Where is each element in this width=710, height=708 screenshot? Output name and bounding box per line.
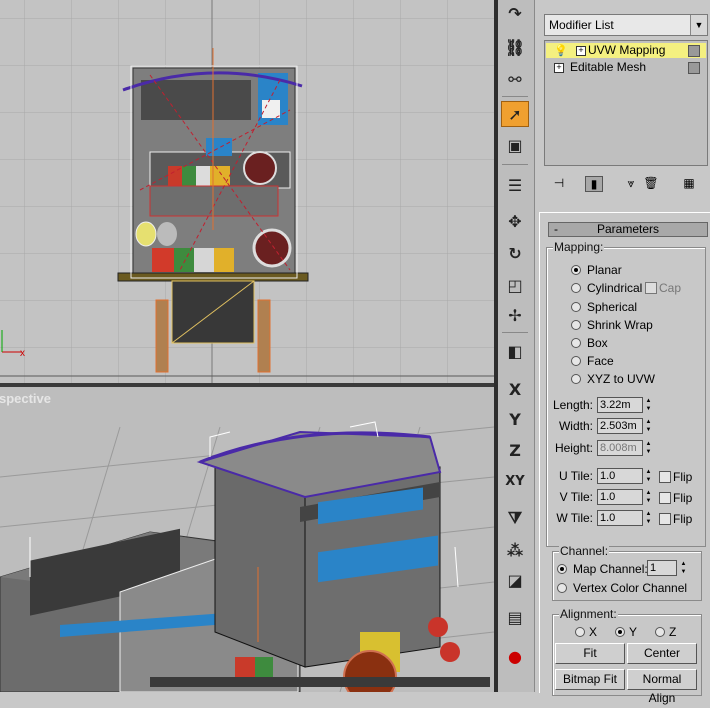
x-axis-button[interactable]: X xyxy=(501,376,529,402)
align-x-radio[interactable]: X xyxy=(575,625,597,639)
render-icon[interactable]: ● xyxy=(501,643,529,669)
w-tile-input[interactable]: 1.0 xyxy=(597,510,643,526)
v-tile-input[interactable]: 1.0 xyxy=(597,489,643,505)
link-icon[interactable]: ⛓ xyxy=(501,34,529,60)
w-flip-checkbox[interactable]: Flip xyxy=(659,512,692,526)
width-label: Width: xyxy=(558,419,593,433)
align-icon[interactable]: ◪ xyxy=(501,567,529,593)
height-input[interactable]: 8.008m xyxy=(597,440,643,456)
make-unique-icon[interactable]: ⩔ xyxy=(622,176,640,192)
align-z-radio[interactable]: Z xyxy=(655,625,676,639)
length-input[interactable]: 3.22m xyxy=(597,397,643,413)
select-icon[interactable]: ➚ xyxy=(501,101,529,127)
w-tile-label: W Tile: xyxy=(556,511,593,525)
front-viewport[interactable]: x xyxy=(0,0,494,383)
mapping-shrink-wrap[interactable]: Shrink Wrap xyxy=(571,318,653,332)
z-axis-button[interactable]: Z xyxy=(501,437,529,463)
length-spinner-icon[interactable]: ▲ ▼ xyxy=(644,397,653,413)
command-panel: Modifier List ▼ 💡 + UVW Mapping + Editab… xyxy=(535,0,710,705)
y-axis-button[interactable]: Y xyxy=(501,406,529,432)
mapping-face[interactable]: Face xyxy=(571,354,614,368)
array-icon[interactable]: ⁂ xyxy=(501,537,529,563)
mapping-cylindrical[interactable]: Cylindrical xyxy=(571,281,642,295)
mapping-group: Mapping: Planar Cylindrical Cap Spherica… xyxy=(546,240,706,547)
move-icon[interactable]: ✥ xyxy=(501,208,529,234)
perspective-viewport-canvas xyxy=(0,421,494,692)
mapping-box[interactable]: Box xyxy=(571,336,608,350)
configure-sets-icon[interactable]: ▦ xyxy=(680,176,698,192)
collapse-icon[interactable]: - xyxy=(554,223,558,236)
lightbulb-icon[interactable]: 💡 xyxy=(554,44,568,59)
rotate-icon[interactable]: ↻ xyxy=(501,240,529,266)
mirror-axis-icon[interactable]: ⧩ xyxy=(501,505,529,531)
viewport-label[interactable]: Perspective xyxy=(0,391,51,406)
mapping-planar[interactable]: Planar xyxy=(571,263,622,277)
u-tile-label: U Tile: xyxy=(558,469,593,483)
select-by-name-icon[interactable]: ☰ xyxy=(501,172,529,198)
map-channel-spinner-icon[interactable]: ▲ ▼ xyxy=(679,560,688,576)
u-tile-input[interactable]: 1.0 xyxy=(597,468,643,484)
stack-tools: ⊣ ▮ ⩔ 🗑 ▦ xyxy=(544,172,708,196)
stack-item-label: UVW Mapping xyxy=(588,43,666,57)
expand-icon[interactable]: + xyxy=(554,63,564,73)
u-flip-checkbox[interactable]: Flip xyxy=(659,470,692,484)
cap-checkbox[interactable]: Cap xyxy=(645,281,681,295)
mapping-xyz-to-uvw[interactable]: XYZ to UVW xyxy=(571,372,655,386)
stack-toggle[interactable] xyxy=(688,45,700,57)
mapping-title: Mapping: xyxy=(553,240,605,254)
align-y-radio[interactable]: Y xyxy=(615,625,637,639)
scale-icon[interactable]: ◰ xyxy=(501,272,529,298)
length-label: Length: xyxy=(552,398,593,412)
stack-item-label: Editable Mesh xyxy=(570,60,647,74)
remove-modifier-icon[interactable]: 🗑 xyxy=(642,176,660,192)
mirror-icon[interactable]: ◧ xyxy=(501,338,529,364)
stack-item-editable-mesh[interactable]: + Editable Mesh xyxy=(546,60,706,75)
parameters-title: Parameters xyxy=(596,222,660,236)
redo-icon[interactable]: ↷ xyxy=(501,0,529,26)
channel-group: Channel: Map Channel: 1 ▲ ▼ Vertex Color … xyxy=(552,544,702,601)
svg-text:x: x xyxy=(20,348,25,359)
width-input[interactable]: 2.503m xyxy=(597,418,643,434)
v-tile-label: V Tile: xyxy=(559,490,593,504)
snap-icon[interactable]: ✢ xyxy=(501,302,529,328)
expand-icon[interactable]: + xyxy=(576,46,586,56)
normal-align-button[interactable]: Normal Align xyxy=(627,669,697,705)
modifier-list-dropdown[interactable]: Modifier List ▼ xyxy=(544,14,708,36)
map-channel-input[interactable]: 1 xyxy=(647,560,677,576)
modifier-stack[interactable]: 💡 + UVW Mapping + Editable Mesh xyxy=(544,40,708,166)
v-flip-checkbox[interactable]: Flip xyxy=(659,491,692,505)
u-tile-spinner-icon[interactable]: ▲ ▼ xyxy=(644,468,653,484)
bitmap-fit-button[interactable]: Bitmap Fit xyxy=(555,669,625,690)
stack-toggle[interactable] xyxy=(688,62,700,74)
xy-axis-button[interactable]: XY xyxy=(501,468,529,494)
modifier-list-label: Modifier List xyxy=(549,18,614,32)
layer-icon[interactable]: ▤ xyxy=(501,604,529,630)
width-spinner-icon[interactable]: ▲ ▼ xyxy=(644,418,653,434)
stack-item-uvw-mapping[interactable]: 💡 + UVW Mapping xyxy=(546,43,706,58)
alignment-group: Alignment: X Y Z Fit Center Bitmap Fit N… xyxy=(552,607,702,705)
height-spinner-icon[interactable]: ▲ ▼ xyxy=(644,440,653,456)
mapping-spherical[interactable]: Spherical xyxy=(571,300,637,314)
parameters-rollout: - Parameters Mapping: Planar Cylindrical… xyxy=(539,212,710,705)
map-channel-radio[interactable]: Map Channel: xyxy=(557,562,648,576)
chevron-down-icon[interactable]: ▼ xyxy=(690,15,707,35)
w-tile-spinner-icon[interactable]: ▲ ▼ xyxy=(644,510,653,526)
pin-stack-icon[interactable]: ⊣ xyxy=(550,176,568,192)
main-toolbar: ↷ ⛓ ⚯ ➚ ▣ ☰ ✥ ↻ ◰ ✢ ◧ X Y Z XY ⧩ ⁂ ◪ ▤ ● xyxy=(498,0,535,692)
center-button[interactable]: Center xyxy=(627,643,697,664)
front-viewport-canvas: x xyxy=(0,0,494,383)
alignment-title: Alignment: xyxy=(559,607,618,621)
unlink-icon[interactable]: ⚯ xyxy=(501,66,529,92)
v-tile-spinner-icon[interactable]: ▲ ▼ xyxy=(644,489,653,505)
select-region-icon[interactable]: ▣ xyxy=(501,132,529,158)
parameters-header[interactable]: - Parameters xyxy=(548,222,708,237)
channel-title: Channel: xyxy=(559,544,610,558)
perspective-viewport[interactable]: Perspective xyxy=(0,387,494,692)
fit-button[interactable]: Fit xyxy=(555,643,625,664)
height-label: Height: xyxy=(554,441,593,455)
vertex-color-channel-radio[interactable]: Vertex Color Channel xyxy=(557,581,687,595)
show-end-result-icon[interactable]: ▮ xyxy=(585,176,603,192)
